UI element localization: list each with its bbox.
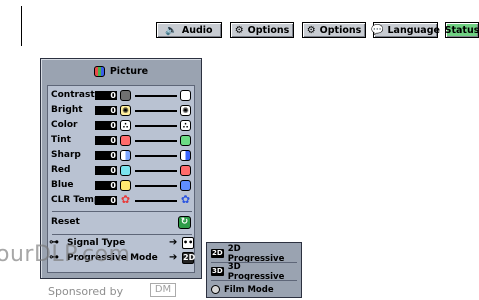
row-label: Color: [51, 120, 78, 130]
reset-row[interactable]: Reset ↻: [51, 216, 192, 230]
color-high-icon: ∴: [180, 120, 191, 131]
film-reel-icon: [211, 285, 220, 294]
speaker-icon: 🔈: [165, 24, 178, 36]
3d-icon: 3D: [211, 267, 224, 276]
picture-icon: [93, 66, 105, 77]
progressive-2d-icon: 2D: [182, 252, 196, 264]
submenu-item-label: 2D Progressive: [227, 243, 285, 264]
divider: [52, 234, 192, 235]
row-blue[interactable]: Blue 0: [51, 179, 192, 193]
reset-label: Reset: [51, 217, 80, 227]
slider-track: [135, 140, 177, 142]
row-label: CLR Temp: [51, 195, 101, 205]
row-tint[interactable]: Tint 0: [51, 134, 192, 148]
sun-bright-icon: ✺: [180, 105, 191, 116]
slider-track: [135, 200, 177, 202]
submenu-item-2d-progressive[interactable]: 2D 2D Progressive: [211, 243, 297, 264]
tint-red-icon: [120, 135, 131, 146]
submenu-item-3d-progressive[interactable]: 3D 3D Progressive: [211, 261, 297, 282]
row-label: Blue: [51, 180, 74, 190]
tab-status[interactable]: Status: [445, 22, 479, 38]
divider: [211, 280, 297, 281]
slider-track: [135, 110, 177, 112]
tab-label: Audio: [181, 24, 213, 36]
row-value: 0: [95, 121, 117, 130]
color-low-icon: ∴: [120, 120, 131, 131]
dm-logo: DM: [150, 283, 176, 297]
row-contrast[interactable]: Contrast 0: [51, 89, 192, 103]
reset-icon[interactable]: ↻: [178, 216, 191, 229]
row-label: Bright: [51, 105, 83, 115]
tint-green-icon: [180, 135, 191, 146]
panel-title-text: Picture: [109, 66, 149, 77]
tab-options-1[interactable]: ⚙ Options: [230, 22, 294, 38]
contrast-low-icon: [120, 90, 131, 101]
signal-input-icon: ••: [182, 237, 194, 249]
red-icon: [180, 165, 191, 176]
tab-label: Language: [387, 24, 440, 36]
row-clr-temp[interactable]: CLR Temp 0 ✿ ✿: [51, 194, 192, 208]
tab-language[interactable]: 💬 Language: [371, 22, 440, 38]
row-label: Contrast: [51, 90, 95, 100]
row-value: 0: [95, 196, 117, 205]
row-value: 0: [95, 106, 117, 115]
sharp-high-icon: [180, 150, 191, 161]
watermark: ourDLP.com: [0, 242, 131, 267]
panel-title: Picture: [45, 63, 197, 80]
sun-dim-icon: ✺: [120, 105, 131, 116]
sponsored-text: Sponsored by: [48, 285, 124, 298]
slider-track: [135, 125, 177, 127]
gear-icon: ⚙: [306, 24, 316, 36]
tab-audio[interactable]: 🔈 Audio: [156, 22, 222, 38]
sharp-low-icon: [120, 150, 131, 161]
row-label: Sharp: [51, 150, 81, 160]
yellow-icon: [120, 180, 131, 191]
arrow-right-icon: ➔: [169, 252, 178, 263]
tab-options-2[interactable]: ⚙ Options: [302, 22, 366, 38]
speech-bubble-icon: 💬: [371, 24, 384, 36]
cool-flower-icon: ✿: [180, 193, 191, 206]
row-bright[interactable]: Bright 0 ✺ ✺: [51, 104, 192, 118]
tab-label: Options: [247, 24, 290, 36]
slider-track: [135, 155, 177, 157]
row-label: Red: [51, 165, 71, 175]
row-red[interactable]: Red 0: [51, 164, 192, 178]
submenu-item-label: 3D Progressive: [227, 261, 285, 282]
slider-track: [135, 170, 177, 172]
submenu-item-label: Film Mode: [224, 284, 274, 295]
row-sharp[interactable]: Sharp 0: [51, 149, 192, 163]
row-label: Tint: [51, 135, 71, 145]
row-value: 0: [95, 136, 117, 145]
progressive-submenu: 2D 2D Progressive 3D 3D Progressive Film…: [206, 242, 302, 298]
row-value: 0: [95, 151, 117, 160]
blue-icon: [180, 180, 191, 191]
frame-line: [21, 6, 22, 46]
row-value: 0: [95, 91, 117, 100]
gear-icon: ⚙: [234, 24, 244, 36]
slider-track: [135, 185, 177, 187]
2d-icon: 2D: [211, 249, 224, 258]
tab-label: Status: [444, 24, 479, 36]
submenu-item-film-mode[interactable]: Film Mode: [211, 282, 297, 297]
contrast-high-icon: [180, 90, 191, 101]
warm-flower-icon: ✿: [120, 193, 131, 206]
row-color[interactable]: Color 0 ∴ ∴: [51, 119, 192, 133]
row-value: 0: [95, 166, 117, 175]
row-value: 0: [95, 181, 117, 190]
tab-label: Options: [319, 24, 362, 36]
arrow-right-icon: ➔: [169, 237, 178, 248]
divider: [52, 211, 192, 212]
slider-track: [135, 95, 177, 97]
cyan-icon: [120, 165, 131, 176]
